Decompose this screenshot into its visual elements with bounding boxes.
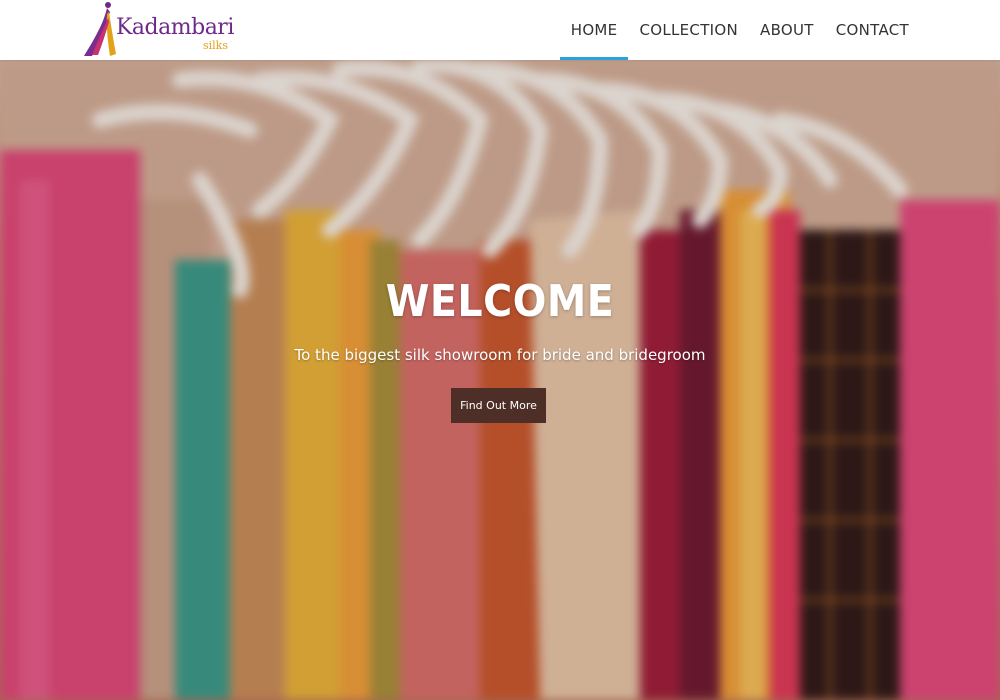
hero-title: WELCOME [385,276,615,327]
nav-contact[interactable]: CONTACT [825,0,920,60]
hero-content: WELCOME To the biggest silk showroom for… [0,60,1000,700]
nav-collection[interactable]: COLLECTION [628,0,749,60]
brand-logo[interactable]: Kadambari silks [78,0,238,60]
nav-about[interactable]: ABOUT [749,0,825,60]
dancer-logo-icon [84,2,116,56]
brand-subname: silks [203,39,228,52]
nav-home[interactable]: HOME [559,0,629,60]
main-nav: HOME COLLECTION ABOUT CONTACT [559,0,920,60]
hero-subtitle: To the biggest silk showroom for bride a… [294,346,706,364]
navbar: Kadambari silks HOME COLLECTION ABOUT CO… [0,0,1000,60]
brand-name: Kadambari [116,15,234,40]
find-out-more-button[interactable]: Find Out More [451,388,546,423]
